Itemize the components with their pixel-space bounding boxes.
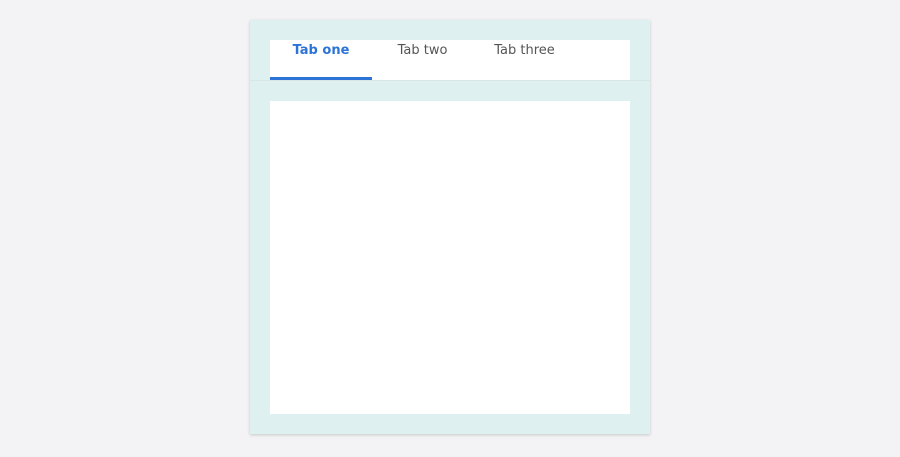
tab-three-label: Tab three <box>494 43 555 58</box>
tab-three[interactable]: Tab three <box>473 40 576 80</box>
tab-bar-divider <box>250 80 650 81</box>
tab-two[interactable]: Tab two <box>372 40 473 80</box>
tab-content-panel <box>270 101 630 414</box>
tab-one[interactable]: Tab one <box>270 40 372 80</box>
tab-bar: Tab one Tab two Tab three <box>270 40 630 80</box>
tab-one-label: Tab one <box>292 43 350 58</box>
tabs-card: Tab one Tab two Tab three <box>250 20 650 434</box>
tab-two-label: Tab two <box>397 43 448 58</box>
